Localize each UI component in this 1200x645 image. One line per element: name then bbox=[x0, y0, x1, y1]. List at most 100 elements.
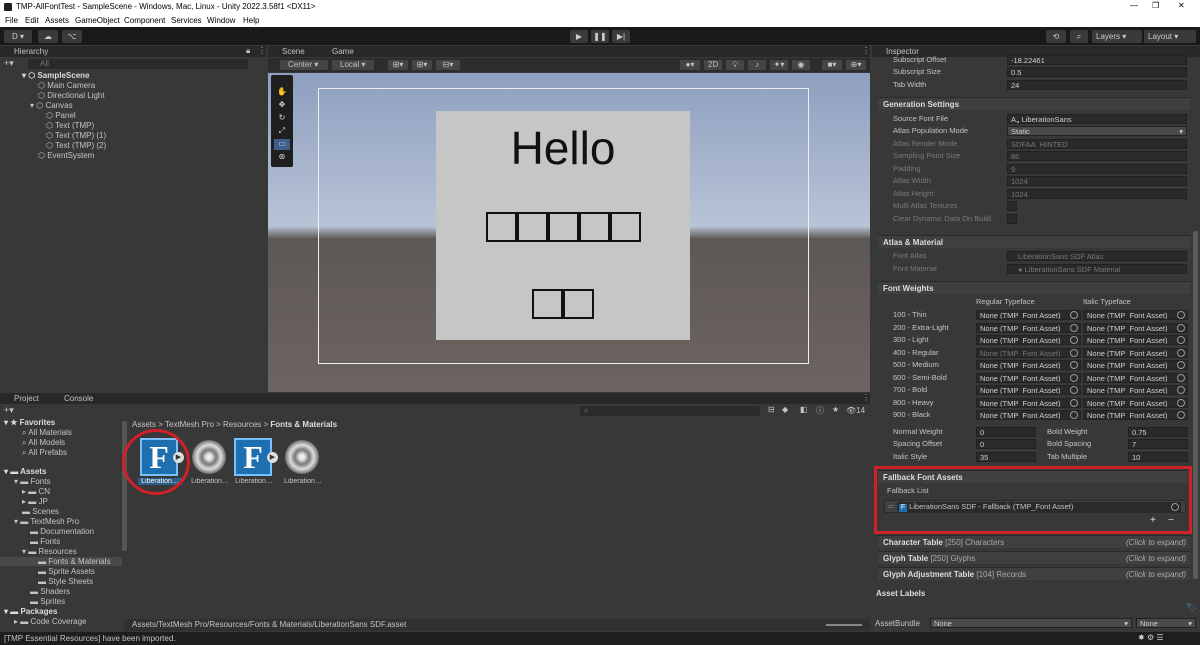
asset-bundle-dropdown[interactable]: None ▾ bbox=[930, 618, 1132, 628]
folder-sprites[interactable]: ▬ Sprites bbox=[30, 597, 65, 606]
subscript-offset-field[interactable]: -18.22461 bbox=[1007, 55, 1187, 65]
cloud-icon[interactable]: ☁ bbox=[38, 30, 58, 43]
rotate-tool-icon[interactable]: ↻ bbox=[274, 113, 290, 124]
fav-all-models[interactable]: ⌕ All Models bbox=[22, 438, 65, 448]
object-picker-icon[interactable] bbox=[1177, 398, 1185, 407]
pause-button[interactable]: ❚❚ bbox=[591, 30, 609, 43]
italic-style-field[interactable]: 35 bbox=[976, 452, 1036, 462]
pkg-code-coverage[interactable]: ▸ ▬ Code Coverage bbox=[14, 617, 87, 626]
add-button[interactable]: +▾ bbox=[4, 405, 14, 416]
regular-typeface-field[interactable]: None (TMP_Font Asset) bbox=[976, 322, 1081, 333]
hier-text-tmp-2[interactable]: ⬡ Text (TMP) (2) bbox=[46, 141, 106, 150]
folder-scenes[interactable]: ▬ Scenes bbox=[22, 507, 59, 516]
font-weights-header[interactable]: Font Weights bbox=[878, 281, 1190, 294]
folder-tree-scrollbar[interactable] bbox=[122, 421, 127, 551]
regular-typeface-field[interactable]: None (TMP_Font Asset) bbox=[976, 397, 1081, 408]
object-picker-icon[interactable] bbox=[1177, 323, 1185, 332]
draw-mode-icon[interactable]: ●▾ bbox=[680, 60, 700, 70]
lighting-icon[interactable]: 💡︎ bbox=[726, 60, 744, 70]
breadcrumb-textmesh-pro[interactable]: TextMesh Pro bbox=[165, 420, 214, 429]
italic-typeface-field[interactable]: None (TMP_Font Asset) bbox=[1083, 372, 1188, 383]
object-picker-icon[interactable] bbox=[1070, 398, 1078, 407]
breadcrumb-fonts-materials[interactable]: Fonts & Materials bbox=[270, 420, 337, 429]
regular-typeface-field[interactable]: None (TMP_Font Asset) bbox=[976, 410, 1081, 420]
folder-sprite-assets[interactable]: ▬ Sprite Assets bbox=[38, 567, 95, 576]
object-picker-icon[interactable] bbox=[1070, 336, 1078, 344]
maximize-icon[interactable]: ❐ bbox=[1152, 1, 1159, 10]
scale-tool-icon[interactable]: ⤢ bbox=[274, 126, 290, 137]
packages-header[interactable]: ▾ ▬ Packages bbox=[4, 607, 57, 616]
audio-icon[interactable]: ♪ bbox=[748, 60, 766, 70]
scene-viewport[interactable]: ✋ ✥ ↻ ⤢ ▭ ⊛ Hello bbox=[268, 73, 870, 392]
menu-component[interactable]: Component bbox=[124, 16, 165, 25]
menu-assets[interactable]: Assets bbox=[45, 16, 69, 25]
object-picker-icon[interactable] bbox=[1177, 386, 1185, 394]
folder-jp[interactable]: ▸ ▬ JP bbox=[22, 497, 48, 506]
bold-weight-field[interactable]: 0.75 bbox=[1128, 427, 1188, 437]
object-picker-icon[interactable] bbox=[1070, 361, 1078, 369]
filter-type-icon[interactable]: ⊟ bbox=[768, 405, 775, 414]
hierarchy-tab[interactable]: Hierarchy bbox=[14, 47, 48, 56]
hand-tool-icon[interactable]: ✋ bbox=[274, 87, 290, 98]
folder-resources[interactable]: ▾ ▬ Resources bbox=[22, 547, 77, 556]
add-button[interactable]: +▾ bbox=[4, 58, 14, 69]
folder-cn[interactable]: ▸ ▬ CN bbox=[22, 487, 50, 496]
object-picker-icon[interactable] bbox=[1070, 323, 1078, 332]
hier-text-tmp[interactable]: ⬡ Text (TMP) bbox=[46, 121, 94, 130]
object-picker-icon[interactable] bbox=[1177, 311, 1185, 319]
grid-icon[interactable]: ⊞▾ bbox=[412, 60, 432, 70]
lock-icon[interactable]: 🔒︎ bbox=[246, 46, 250, 56]
folder-documentation[interactable]: ▬ Documentation bbox=[30, 527, 94, 536]
object-picker-icon[interactable] bbox=[1177, 373, 1185, 382]
rect-tool-icon[interactable]: ▭ bbox=[274, 139, 290, 150]
zoom-slider[interactable] bbox=[826, 624, 862, 626]
regular-typeface-field[interactable]: None (TMP_Font Asset) bbox=[976, 385, 1081, 395]
more-icon[interactable]: ⋮ bbox=[862, 393, 870, 402]
object-picker-icon[interactable] bbox=[1070, 373, 1078, 382]
close-icon[interactable]: ✕ bbox=[1178, 1, 1185, 10]
debug-icon[interactable]: ✸ bbox=[1138, 633, 1145, 642]
folder-fonts-materials[interactable]: ▬ Fonts & Materials bbox=[0, 557, 122, 566]
regular-typeface-field[interactable]: None (TMP_Font Asset) bbox=[976, 372, 1081, 383]
effects-icon[interactable]: ✦▾ bbox=[770, 60, 788, 70]
generation-settings-header[interactable]: Generation Settings bbox=[878, 97, 1190, 110]
asset-labels-header[interactable]: Asset Labels bbox=[876, 589, 925, 598]
italic-typeface-field[interactable]: None (TMP_Font Asset) bbox=[1083, 385, 1188, 395]
italic-typeface-field[interactable]: None (TMP_Font Asset) bbox=[1083, 397, 1188, 408]
more-icon[interactable]: ⋮ bbox=[258, 46, 266, 55]
atlas-population-mode-dropdown[interactable]: Static ▾ bbox=[1007, 126, 1187, 136]
asset-tile[interactable]: Liberation… bbox=[281, 438, 325, 488]
subscript-size-field[interactable]: 0.5 bbox=[1007, 67, 1187, 77]
object-picker-icon[interactable] bbox=[1177, 348, 1185, 357]
hidden-packages-count[interactable]: 👁︎14 bbox=[846, 406, 865, 415]
hier-panel[interactable]: ⬡ Panel bbox=[46, 111, 76, 120]
warning-icon[interactable]: ⓘ bbox=[816, 405, 824, 416]
object-picker-icon[interactable] bbox=[1177, 336, 1185, 344]
tab-multiple-field[interactable]: 10 bbox=[1128, 452, 1188, 462]
account-button[interactable]: D ▾ bbox=[4, 30, 32, 43]
favorite-icon[interactable]: ★ bbox=[832, 405, 839, 414]
spacing-offset-field[interactable]: 0 bbox=[976, 439, 1036, 449]
notification-icon[interactable]: ☰ bbox=[1156, 633, 1163, 642]
minimize-icon[interactable]: — bbox=[1130, 1, 1138, 10]
fav-all-prefabs[interactable]: ⌕ All Prefabs bbox=[22, 448, 67, 458]
italic-typeface-field[interactable]: None (TMP_Font Asset) bbox=[1083, 322, 1188, 333]
menu-file[interactable]: File bbox=[5, 16, 18, 25]
move-tool-icon[interactable]: ✥ bbox=[274, 100, 290, 111]
regular-typeface-field[interactable]: None (TMP_Font Asset) bbox=[976, 335, 1081, 345]
hidden-objects-icon[interactable]: ◉ bbox=[792, 60, 810, 70]
project-search-input[interactable]: ⌕ bbox=[580, 406, 760, 416]
object-picker-icon[interactable] bbox=[1070, 411, 1078, 419]
regular-typeface-field[interactable]: None (TMP_Font Asset) bbox=[976, 360, 1081, 370]
folder-style-sheets[interactable]: ▬ Style Sheets bbox=[38, 577, 93, 586]
step-button[interactable]: ▶| bbox=[612, 30, 630, 43]
search-icon[interactable]: ⌕ bbox=[1070, 30, 1088, 43]
italic-typeface-field[interactable]: None (TMP_Font Asset) bbox=[1083, 347, 1188, 358]
gizmos-icon[interactable]: ⊕▾ bbox=[846, 60, 866, 70]
hier-text-tmp-1[interactable]: ⬡ Text (TMP) (1) bbox=[46, 131, 106, 140]
menu-edit[interactable]: Edit bbox=[25, 16, 39, 25]
pivot-dropdown[interactable]: Center ▾ bbox=[280, 60, 328, 70]
2d-toggle[interactable]: 2D bbox=[704, 60, 722, 70]
status-icon[interactable]: ⚙ bbox=[1147, 633, 1154, 642]
tab-scene[interactable]: Scene bbox=[282, 47, 305, 56]
